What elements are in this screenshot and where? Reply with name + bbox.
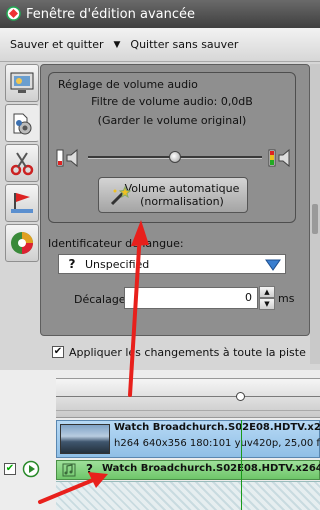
play-icon[interactable] bbox=[22, 460, 40, 478]
ruler-line-secondary bbox=[56, 410, 320, 411]
playhead-line bbox=[241, 420, 242, 510]
window-title: Fenêtre d'édition avancée bbox=[26, 6, 196, 22]
vertical-scrollbar[interactable] bbox=[310, 64, 320, 364]
volume-low-icon bbox=[56, 148, 78, 168]
video-track-title: Watch Broadchurch.S02E08.HDTV.x264 bbox=[114, 422, 320, 433]
save-and-quit-menu[interactable]: Sauver et quitter bbox=[10, 38, 104, 51]
tab-video-preview[interactable] bbox=[5, 64, 39, 102]
volume-high-icon bbox=[268, 148, 290, 168]
tab-audio-settings[interactable] bbox=[5, 104, 39, 142]
language-selected-value: Unspecified bbox=[85, 257, 150, 271]
dropdown-arrow-icon[interactable] bbox=[265, 258, 281, 271]
music-note-icon bbox=[62, 463, 76, 477]
side-tabs bbox=[2, 62, 40, 362]
language-label: Identificateur de langue: bbox=[48, 237, 184, 250]
scissors-icon bbox=[10, 152, 34, 176]
volume-slider-handle[interactable] bbox=[169, 151, 181, 163]
apply-all-checkbox[interactable]: ✔ bbox=[52, 346, 64, 358]
unknown-language-icon: ? bbox=[86, 462, 93, 476]
auto-volume-label: Volume automatique bbox=[124, 182, 240, 195]
monitor-icon bbox=[10, 72, 34, 93]
audio-track-title: Watch Broadchurch.S02E08.HDTV.x264 bbox=[102, 463, 320, 474]
offset-input[interactable]: 0 bbox=[124, 287, 258, 309]
audio-settings-icon bbox=[13, 113, 32, 135]
audio-track-enabled-checkbox[interactable]: ✔ bbox=[4, 463, 16, 475]
flag-icon bbox=[11, 193, 33, 213]
magic-wand-icon bbox=[110, 185, 131, 206]
apply-all-label: Appliquer les changements à toute la pis… bbox=[69, 346, 306, 359]
spin-down-icon[interactable]: ▼ bbox=[259, 298, 275, 310]
language-select[interactable]: ? Unspecified bbox=[58, 254, 286, 274]
playhead-handle[interactable] bbox=[236, 392, 245, 401]
spin-up-icon[interactable]: ▲ bbox=[259, 286, 275, 298]
chevron-down-icon[interactable]: ▼ bbox=[114, 40, 121, 50]
volume-filter-text: Filtre de volume audio: 0,0dB bbox=[91, 95, 253, 108]
keep-original-text: (Garder le volume original) bbox=[97, 114, 247, 127]
color-wheel-icon bbox=[11, 232, 33, 254]
quit-without-saving-menu[interactable]: Quitter sans sauver bbox=[130, 38, 238, 51]
empty-track-area bbox=[56, 481, 320, 510]
tab-chapters[interactable] bbox=[5, 184, 39, 222]
offset-spinner[interactable]: ▲ ▼ bbox=[259, 286, 275, 310]
auto-volume-button[interactable]: Volume automatique (normalisation) bbox=[98, 177, 248, 213]
volume-group-title: Réglage de volume audio bbox=[56, 78, 200, 91]
tab-cut[interactable] bbox=[5, 144, 39, 182]
auto-volume-sublabel: (normalisation) bbox=[140, 195, 224, 208]
app-logo-icon bbox=[6, 6, 21, 21]
tab-color[interactable] bbox=[5, 224, 39, 262]
unknown-language-icon: ? bbox=[68, 257, 76, 271]
title-bar: Fenêtre d'édition avancée bbox=[0, 0, 320, 28]
video-thumbnail bbox=[60, 424, 110, 454]
ruler-line bbox=[56, 396, 320, 397]
video-track-info: h264 640x356 180:101 yuv420p, 25,00 fps bbox=[114, 438, 320, 449]
timeline-ruler[interactable] bbox=[56, 378, 320, 418]
menu-bar: Sauver et quitter ▼ Quitter sans sauver bbox=[0, 28, 320, 62]
offset-unit: ms bbox=[278, 292, 295, 305]
